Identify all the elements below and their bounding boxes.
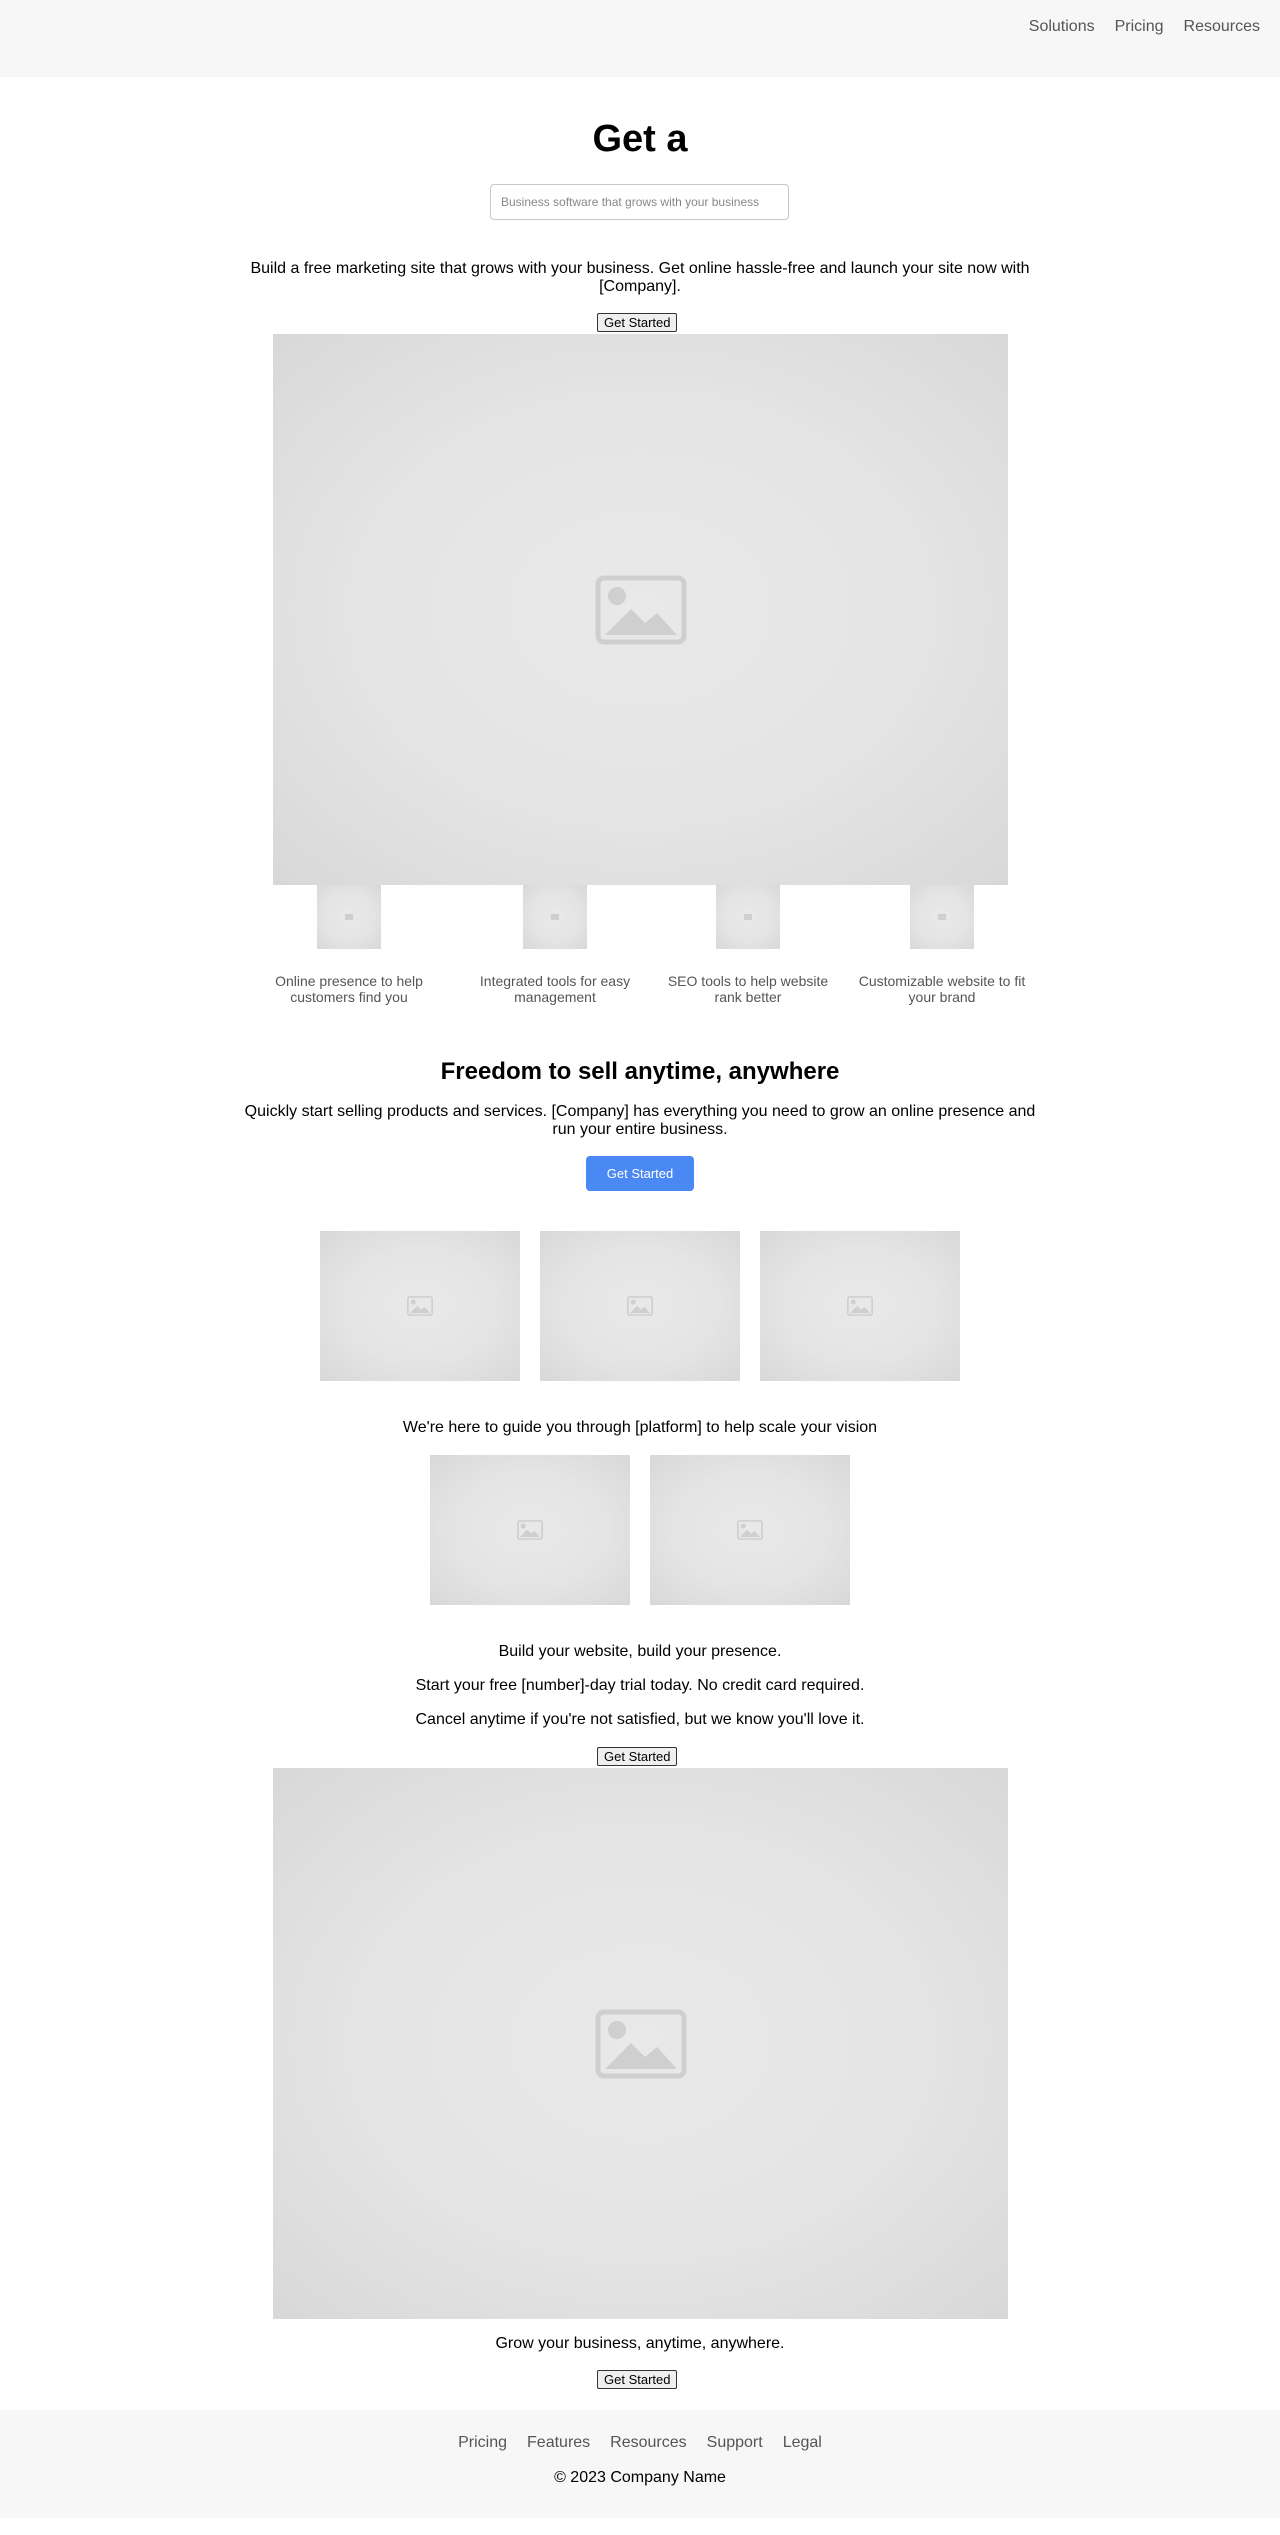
gallery-image <box>540 1231 740 1381</box>
image-placeholder-icon <box>595 2009 686 2078</box>
guide-image <box>430 1455 630 1605</box>
section-title: Freedom to sell anytime, anywhere <box>440 1058 840 1085</box>
get-started-button-hero[interactable]: Get Started <box>597 313 678 332</box>
feature-label: Integrated tools for easy management <box>479 973 631 1005</box>
trial-image <box>273 1768 1008 2319</box>
trial-line: Start your free [number]-day trial today… <box>415 1677 865 1694</box>
nav-link-resources[interactable]: Resources <box>1184 18 1260 36</box>
image-placeholder-icon <box>595 575 686 644</box>
site-header: Solutions Pricing Resources <box>0 0 1280 77</box>
feature-image <box>523 885 587 949</box>
image-placeholder-icon <box>627 1296 653 1316</box>
feature-image <box>910 885 974 949</box>
image-placeholder-icon <box>938 914 946 920</box>
footer-link-support[interactable]: Support <box>707 2434 763 2452</box>
guide-text: We're here to guide you through [platfor… <box>402 1419 878 1436</box>
feature-image <box>317 885 381 949</box>
grow-text: Grow your business, anytime, anywhere. <box>495 2335 785 2352</box>
image-placeholder-icon <box>345 914 353 920</box>
footer-link-resources[interactable]: Resources <box>610 2434 686 2452</box>
image-placeholder-icon <box>517 1520 543 1540</box>
nav-link-solutions[interactable]: Solutions <box>1029 18 1095 36</box>
copyright-text: © 2023 Company Name <box>554 2469 726 2486</box>
hero-intro: Build a free marketing site that grows w… <box>250 260 1030 295</box>
gallery-image <box>760 1231 960 1381</box>
site-footer: Pricing Features Resources Support Legal… <box>0 2410 1280 2518</box>
image-placeholder-icon <box>847 1296 873 1316</box>
image-placeholder-icon <box>551 914 559 920</box>
get-started-button-grow[interactable]: Get Started <box>597 2370 678 2389</box>
image-placeholder-icon <box>407 1296 433 1316</box>
feature-label: Online presence to help customers find y… <box>275 973 423 1005</box>
footer-link-legal[interactable]: Legal <box>783 2434 822 2452</box>
trial-line: Build your website, build your presence. <box>498 1643 782 1660</box>
footer-link-pricing[interactable]: Pricing <box>458 2434 507 2452</box>
feature-label: SEO tools to help website rank better <box>667 973 829 1005</box>
hero-image <box>273 334 1008 885</box>
section-text: Quickly start selling products and servi… <box>244 1103 1036 1138</box>
footer-nav: Pricing Features Resources Support Legal <box>0 2434 1280 2452</box>
feature-image <box>716 885 780 949</box>
get-started-button-primary[interactable]: Get Started <box>586 1156 694 1191</box>
top-nav: Solutions Pricing Resources <box>1029 18 1260 36</box>
footer-link-features[interactable]: Features <box>527 2434 590 2452</box>
image-placeholder-icon <box>744 914 752 920</box>
gallery-image <box>320 1231 520 1381</box>
image-placeholder-icon <box>737 1520 763 1540</box>
feature-label: Customizable website to fit your brand <box>858 973 1026 1005</box>
guide-image <box>650 1455 850 1605</box>
nav-link-pricing[interactable]: Pricing <box>1115 18 1164 36</box>
search-input[interactable] <box>490 184 789 220</box>
hero-title: Get a <box>592 118 688 160</box>
trial-line: Cancel anytime if you're not satisfied, … <box>415 1711 865 1728</box>
get-started-button-trial[interactable]: Get Started <box>597 1747 678 1766</box>
